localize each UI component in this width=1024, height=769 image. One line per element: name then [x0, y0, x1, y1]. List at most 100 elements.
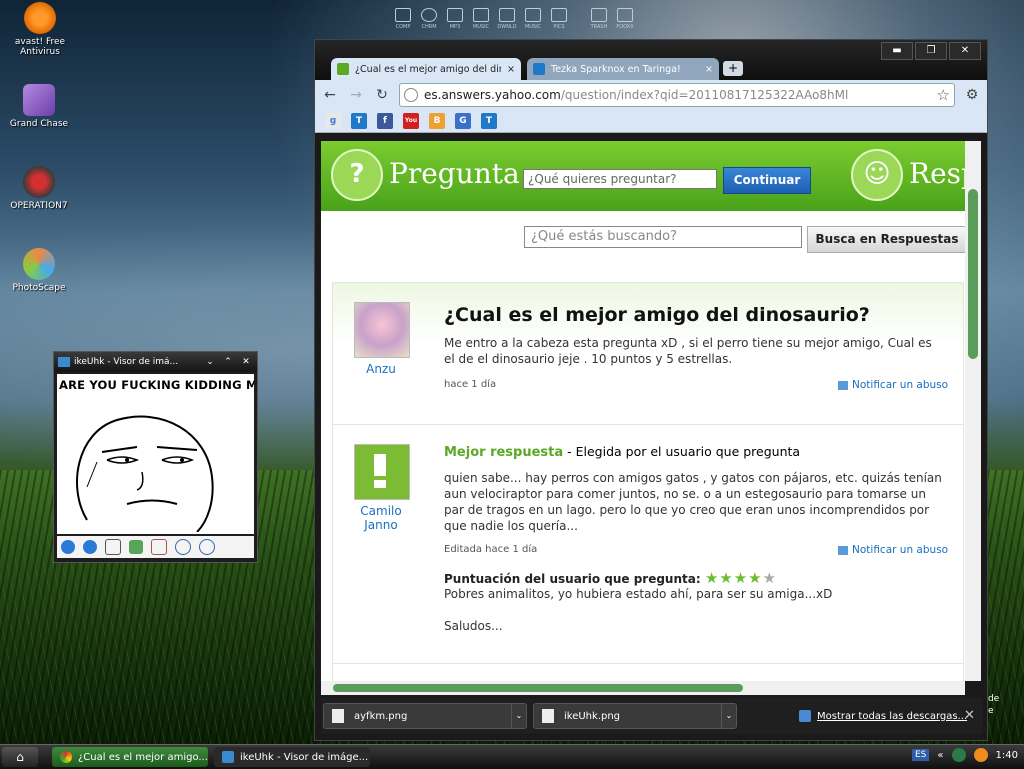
search-answers-button[interactable]: Busca en Respuestas [807, 226, 965, 253]
taskbar-item-viewer[interactable]: ikeUhk - Visor de imáge... [214, 747, 370, 767]
tray-expand-icon[interactable]: « [937, 750, 943, 761]
dock-item-dwnld[interactable]: DWNLD [496, 8, 518, 38]
desktop-icon-avast[interactable]: avast! Free Antivirus [2, 2, 78, 57]
equalizer-icon [447, 8, 463, 22]
answers-header: ? Pregunta ¿Qué quieres preguntar? Conti… [321, 141, 965, 211]
header-title-respuesta: Resp [909, 157, 965, 190]
report-abuse-link[interactable]: Notificar un abuso [838, 544, 948, 556]
operation7-icon [23, 166, 55, 198]
wrench-icon[interactable]: ⚙ [963, 87, 981, 103]
taskbar-item-browser[interactable]: ¿Cual es el mejor amigo... [52, 747, 208, 767]
dock-item-music[interactable]: MUSIC [470, 8, 492, 38]
back-icon[interactable]: ← [321, 87, 339, 103]
dock-item-trash[interactable]: TRASH [588, 8, 610, 38]
question-title: ¿Cual es el mejor amigo del dinosaurio? [444, 304, 870, 326]
page-icon [404, 88, 418, 102]
google-bookmark-icon[interactable]: g [325, 113, 341, 129]
answer-body: quien sabe... hay perros con amigos gato… [444, 471, 942, 533]
chrome-icon [60, 751, 72, 763]
download-item[interactable]: ikeUhk.png ⌄ [533, 703, 737, 729]
tab-close-icon[interactable]: × [705, 64, 713, 75]
download-menu-button[interactable]: ⌄ [511, 704, 526, 728]
tab-taringa[interactable]: Tezka Sparknox en Taringa! × [527, 58, 719, 80]
taringa-bookmark-icon[interactable]: T [351, 113, 367, 129]
question-smiley-icon: ? [331, 149, 383, 201]
show-all-downloads-link[interactable]: Mostrar todas las descargas... [799, 710, 967, 722]
avatar[interactable] [354, 444, 410, 500]
desktop-side-text: de e [988, 694, 1000, 716]
asker-name[interactable]: Anzu [351, 362, 411, 376]
tab-close-icon[interactable]: × [507, 64, 515, 75]
reload-icon[interactable]: ↻ [373, 87, 391, 103]
search-input[interactable]: ¿Qué estás buscando? [524, 226, 802, 248]
start-button[interactable]: ⌂ [2, 747, 38, 767]
tab-yahoo-answers[interactable]: ¿Cual es el mejor amigo del dinos × [331, 58, 521, 80]
close-button[interactable]: ✕ [239, 357, 253, 367]
flag-icon [838, 380, 848, 390]
actual-size-icon[interactable] [129, 540, 143, 554]
new-tab-button[interactable]: + [723, 61, 743, 76]
zoom-out-icon[interactable] [199, 539, 215, 555]
viewer-titlebar[interactable]: ikeUhk - Visor de imá... ⌄ ⌃ ✕ [54, 352, 257, 372]
browser-window[interactable]: ▬ ❐ ✕ ¿Cual es el mejor amigo del dinos … [314, 39, 988, 741]
url-path: /question/index?qid=20110817125322AAo8hM… [560, 88, 849, 102]
desktop-icon-photoscape[interactable]: PhotoScape [1, 248, 77, 293]
music-icon [473, 8, 489, 22]
question-card: Anzu ¿Cual es el mejor amigo del dinosau… [332, 282, 964, 681]
taringa-bookmark-icon[interactable]: T [481, 113, 497, 129]
maximize-button[interactable]: ❐ [915, 42, 947, 60]
dock-item-pics[interactable]: PICS [548, 8, 570, 38]
vertical-scrollbar[interactable] [965, 141, 981, 681]
meme-image: ARE YOU FUCKING KIDDING ME [57, 374, 254, 534]
download-icon [499, 8, 515, 22]
slideshow-icon[interactable] [151, 539, 167, 555]
language-indicator[interactable]: ES [912, 749, 930, 761]
continue-button[interactable]: Continuar [723, 167, 811, 194]
download-item[interactable]: ayfkm.png ⌄ [323, 703, 527, 729]
answerer-name[interactable]: Camilo Janno [351, 504, 411, 532]
facebook-bookmark-icon[interactable]: f [377, 113, 393, 129]
blogger-bookmark-icon[interactable]: B [429, 113, 445, 129]
close-downloads-button[interactable]: ✕ [964, 708, 975, 723]
window-controls: ▬ ❐ ✕ [881, 42, 981, 60]
next-icon[interactable] [83, 540, 97, 554]
image-viewer-icon [222, 751, 234, 763]
report-abuse-link[interactable]: Notificar un abuso [838, 379, 948, 391]
network-icon[interactable] [951, 748, 966, 762]
horizontal-scrollbar[interactable] [321, 681, 965, 695]
dock-item-music-2[interactable]: MUSIC [522, 8, 544, 38]
scrollbar-thumb[interactable] [333, 684, 743, 692]
dropdown-button[interactable]: ⌄ [203, 357, 217, 367]
question-body: Me entro a la cabeza esta pregunta xD , … [444, 336, 932, 366]
desktop-icon-grand-chase[interactable]: Grand Chase [1, 84, 77, 129]
dock-item-comp[interactable]: COMP [392, 8, 414, 38]
url-host: es.answers.yahoo.com [424, 88, 561, 102]
download-menu-button[interactable]: ⌄ [721, 704, 736, 728]
address-bar[interactable]: es.answers.yahoo.com/question/index?qid=… [399, 83, 955, 107]
dock-item-fooxx[interactable]: FOOXX [614, 8, 636, 38]
minimize-button[interactable]: ▬ [881, 42, 913, 60]
ask-question-input[interactable]: ¿Qué quieres preguntar? [523, 169, 717, 189]
answer-time: Editada hace 1 día [444, 544, 538, 555]
dock-item-chrm[interactable]: CHRM [418, 8, 440, 38]
minimize-button[interactable]: ⌃ [221, 357, 235, 367]
trash-icon [591, 8, 607, 22]
avast-tray-icon[interactable] [973, 748, 988, 762]
asker-comment: Pobres animalitos, yo hubiera estado ahí… [444, 587, 833, 601]
fit-icon[interactable] [105, 539, 121, 555]
close-window-button[interactable]: ✕ [949, 42, 981, 60]
youtube-bookmark-icon[interactable]: You [403, 113, 419, 129]
previous-icon[interactable] [61, 540, 75, 554]
bookmark-star-icon[interactable]: ☆ [937, 86, 950, 104]
question-time: hace 1 día [444, 379, 497, 390]
generic-bookmark-icon[interactable]: G [455, 113, 471, 129]
clock[interactable]: 1:40 [996, 750, 1018, 761]
image-icon [58, 357, 70, 367]
forward-icon[interactable]: → [347, 87, 365, 103]
zoom-in-icon[interactable] [175, 539, 191, 555]
desktop-icon-operation7[interactable]: OPERATION7 [1, 166, 77, 211]
image-viewer-window[interactable]: ikeUhk - Visor de imá... ⌄ ⌃ ✕ ARE YOU F… [53, 351, 258, 563]
avatar[interactable] [354, 302, 410, 358]
scrollbar-thumb[interactable] [968, 189, 978, 359]
dock-item-mp3[interactable]: MP3 [444, 8, 466, 38]
